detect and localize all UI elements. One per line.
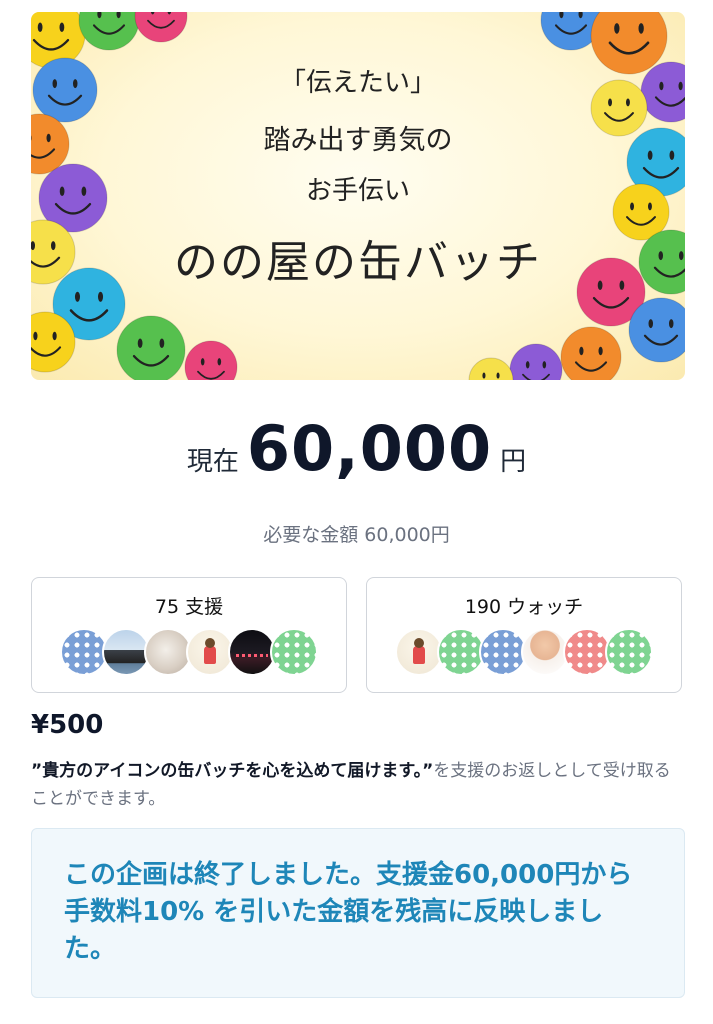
avatar[interactable] — [605, 628, 653, 676]
watchers-count: 190 ウォッチ — [464, 596, 584, 618]
hero-tagline-line2: 踏み出す勇気の — [263, 125, 453, 156]
avatar[interactable] — [144, 628, 192, 676]
project-ended-message: この企画は終了しました。支援金60,000円から手数料10% を引いた金額を残高… — [64, 860, 633, 964]
hero-tagline-line1: 「伝えたい」 — [279, 68, 436, 98]
avatar[interactable] — [60, 628, 108, 676]
watchers-card[interactable]: 190 ウォッチ — [366, 577, 682, 693]
project-ended-notice: この企画は終了しました。支援金60,000円から手数料10% を引いた金額を残高… — [31, 828, 685, 998]
supporters-card[interactable]: 75 支援 — [31, 577, 347, 693]
reward-description: ”貴方のアイコンの缶バッチを心を込めて届けます。”を支援のお返しとして受け取るこ… — [31, 757, 671, 813]
project-hero-image: 「伝えたい」 踏み出す勇気の お手伝い のの屋の缶バッチ — [31, 12, 685, 380]
hero-title: のの屋の缶バッチ — [174, 237, 542, 288]
supporters-avatars — [32, 628, 346, 676]
avatar[interactable] — [186, 628, 234, 676]
current-amount-value: 60,000 — [246, 412, 493, 485]
hero-tagline-line3: お手伝い — [305, 176, 410, 206]
avatar[interactable] — [228, 628, 276, 676]
reward-price: ¥500 — [31, 710, 104, 740]
supporters-count: 75 支援 — [154, 596, 224, 618]
smiley-face — [468, 357, 514, 380]
current-amount: 現在 60,000 円 — [0, 412, 713, 485]
smiley-face — [560, 326, 622, 380]
smiley-face — [134, 12, 188, 43]
reward-title: ”貴方のアイコンの缶バッチを心を込めて届けます。” — [31, 761, 434, 781]
smiley-face — [78, 12, 140, 51]
avatar[interactable] — [395, 628, 443, 676]
avatar[interactable] — [437, 628, 485, 676]
avatar[interactable] — [102, 628, 150, 676]
avatar[interactable] — [270, 628, 318, 676]
smiley-face — [116, 315, 186, 380]
smiley-face — [184, 340, 238, 380]
current-amount-prefix: 現在 — [186, 447, 239, 477]
current-amount-unit: 円 — [500, 447, 527, 477]
smiley-face — [509, 343, 563, 380]
goal-amount: 必要な金額 60,000円 — [263, 524, 450, 546]
avatar[interactable] — [479, 628, 527, 676]
avatar[interactable] — [521, 628, 569, 676]
watchers-avatars — [367, 628, 681, 676]
avatar[interactable] — [563, 628, 611, 676]
